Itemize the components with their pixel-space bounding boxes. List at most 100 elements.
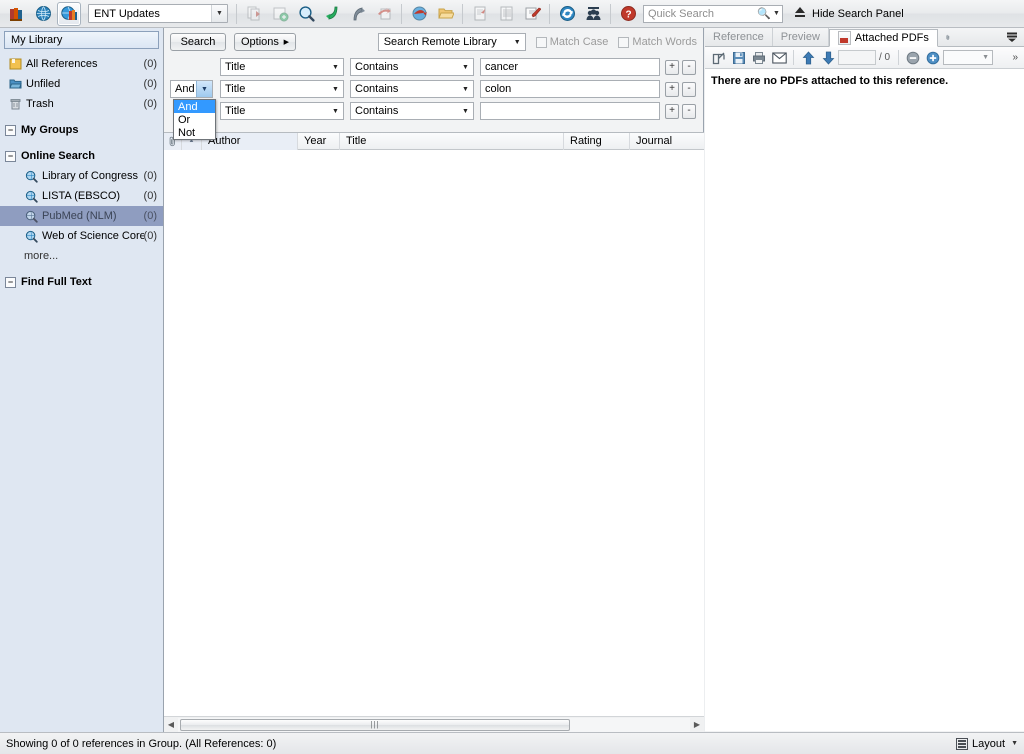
sidebar-item-more[interactable]: more... [0,246,163,266]
export-icon[interactable] [346,2,370,26]
search-term-input-1[interactable] [480,58,660,76]
tab-preview[interactable]: Preview [773,28,829,46]
field-select-2[interactable]: Title ▼ [220,80,344,98]
operator-option-and[interactable]: And [174,100,215,113]
add-row-button-3[interactable]: + [665,103,679,119]
operator-option-or[interactable]: Or [174,113,215,126]
search-term-input-2[interactable] [480,80,660,98]
search-term-field-1[interactable] [481,58,659,76]
open-file-attachment-icon[interactable] [433,2,457,26]
chevron-down-icon[interactable]: ▼ [328,81,343,97]
scroll-left-icon[interactable]: ◀ [164,718,178,732]
sync-icon[interactable] [555,2,579,26]
hide-search-panel-button[interactable]: Hide Search Panel [793,7,904,20]
column-header-author[interactable]: Author [202,132,298,150]
operator-option-not[interactable]: Not [174,126,215,139]
scrollbar-track[interactable]: ||| [178,717,690,732]
sidebar-item-library-of-congress[interactable]: Library of Congress (0) [0,166,163,186]
tab-attachments[interactable] [938,28,958,46]
sidebar-item-unfiled[interactable]: Unfiled (0) [0,74,163,94]
chevron-down-icon[interactable]: ▼ [328,59,343,75]
tab-attached-pdfs[interactable]: Attached PDFs [828,29,938,47]
chevron-down-icon[interactable]: ▼ [328,103,343,119]
chevron-down-icon[interactable]: ▼ [458,81,473,97]
insert-citation-icon[interactable] [494,2,518,26]
sidebar-section-my-groups[interactable]: − My Groups [0,120,163,140]
horizontal-scrollbar[interactable]: ◀ ||| ▶ [164,716,704,732]
reference-list-body[interactable] [164,150,704,715]
collapse-expander-icon[interactable]: − [5,124,16,136]
operator-dropdown-menu[interactable]: And Or Not [173,99,216,140]
comparator-select-3[interactable]: Contains ▼ [350,102,474,120]
add-row-button-2[interactable]: + [665,81,679,97]
quick-search-input[interactable]: 🔍 ▼ [643,4,783,23]
print-icon[interactable] [749,49,769,67]
tab-reference[interactable]: Reference [705,28,773,46]
online-search-mode-icon[interactable] [57,1,81,26]
sidebar-item-web-of-science[interactable]: Web of Science Core... (0) [0,226,163,246]
panel-menu-icon[interactable] [1000,28,1024,46]
chevron-down-icon[interactable]: ▼ [979,54,992,61]
import-icon[interactable] [372,2,396,26]
go-to-reference-icon[interactable] [320,2,344,26]
column-header-title[interactable]: Title [340,132,564,150]
search-button[interactable]: Search [170,33,226,51]
collapse-expander-icon[interactable]: − [5,150,16,162]
column-header-journal[interactable]: Journal [630,133,704,150]
scroll-right-icon[interactable]: ▶ [690,718,704,732]
remove-row-button-3[interactable]: - [682,103,696,119]
my-library-header[interactable]: My Library [4,31,159,49]
next-page-icon[interactable] [818,49,838,67]
comparator-select-1[interactable]: Contains ▼ [350,58,474,76]
scrollbar-thumb[interactable]: ||| [180,718,570,731]
sidebar-item-pubmed-nlm[interactable]: PubMed (NLM) (0) [0,206,163,226]
chevron-down-icon[interactable]: ▼ [458,59,473,75]
match-case-checkbox[interactable]: Match Case [535,36,608,48]
previous-page-icon[interactable] [798,49,818,67]
sidebar-section-find-full-text[interactable]: − Find Full Text [0,272,163,292]
save-icon[interactable] [729,49,749,67]
search-term-field-2[interactable] [481,80,659,98]
sidebar-item-lista-ebsco[interactable]: LISTA (EBSCO) (0) [0,186,163,206]
column-header-rating[interactable]: Rating [564,132,630,150]
sidebar-item-trash[interactable]: Trash (0) [0,94,163,114]
checkbox-box[interactable] [535,36,547,48]
copy-references-icon[interactable] [242,2,266,26]
layout-button[interactable]: Layout ▼ [956,737,1018,750]
page-number-input[interactable] [838,50,876,65]
checkbox-box[interactable] [618,36,630,48]
help-icon[interactable]: ? [616,2,640,26]
format-bibliography-icon[interactable] [468,2,492,26]
operator-select-2[interactable]: And ▼ [170,80,213,98]
zoom-out-icon[interactable] [903,49,923,67]
options-button[interactable]: Options ▶ [234,33,296,51]
open-external-icon[interactable] [709,49,729,67]
field-select-1[interactable]: Title ▼ [220,58,344,76]
quick-search-field[interactable] [644,6,757,21]
library-icon[interactable] [5,2,29,26]
zoom-in-icon[interactable] [923,49,943,67]
sidebar-item-all-references[interactable]: All References (0) [0,54,163,74]
remove-row-button-2[interactable]: - [682,81,696,97]
comparator-select-2[interactable]: Contains ▼ [350,80,474,98]
chevron-down-icon[interactable]: ▼ [196,81,212,97]
chevron-down-icon[interactable]: ▼ [458,103,473,119]
email-icon[interactable] [769,49,789,67]
overflow-icon[interactable]: » [1012,52,1020,63]
edit-citation-icon[interactable] [520,2,544,26]
chevron-down-icon[interactable]: ▼ [211,5,227,22]
add-row-button-1[interactable]: + [665,59,679,75]
zoom-level-select[interactable]: ▼ [943,50,994,65]
output-style-select[interactable]: ENT Updates ▼ [88,4,228,23]
chevron-down-icon[interactable]: ▼ [510,34,525,50]
match-words-checkbox[interactable]: Match Words [618,36,697,48]
search-scope-select[interactable]: Search Remote Library ▼ [377,33,526,51]
remove-row-button-1[interactable]: - [682,59,696,75]
find-reference-updates-icon[interactable] [294,2,318,26]
search-term-input-3[interactable] [480,102,660,120]
search-term-field-3[interactable] [481,102,659,120]
sidebar-section-online-search[interactable]: − Online Search [0,146,163,166]
column-header-year[interactable]: Year [298,132,340,150]
open-link-icon[interactable] [407,2,431,26]
share-group-icon[interactable] [581,2,605,26]
